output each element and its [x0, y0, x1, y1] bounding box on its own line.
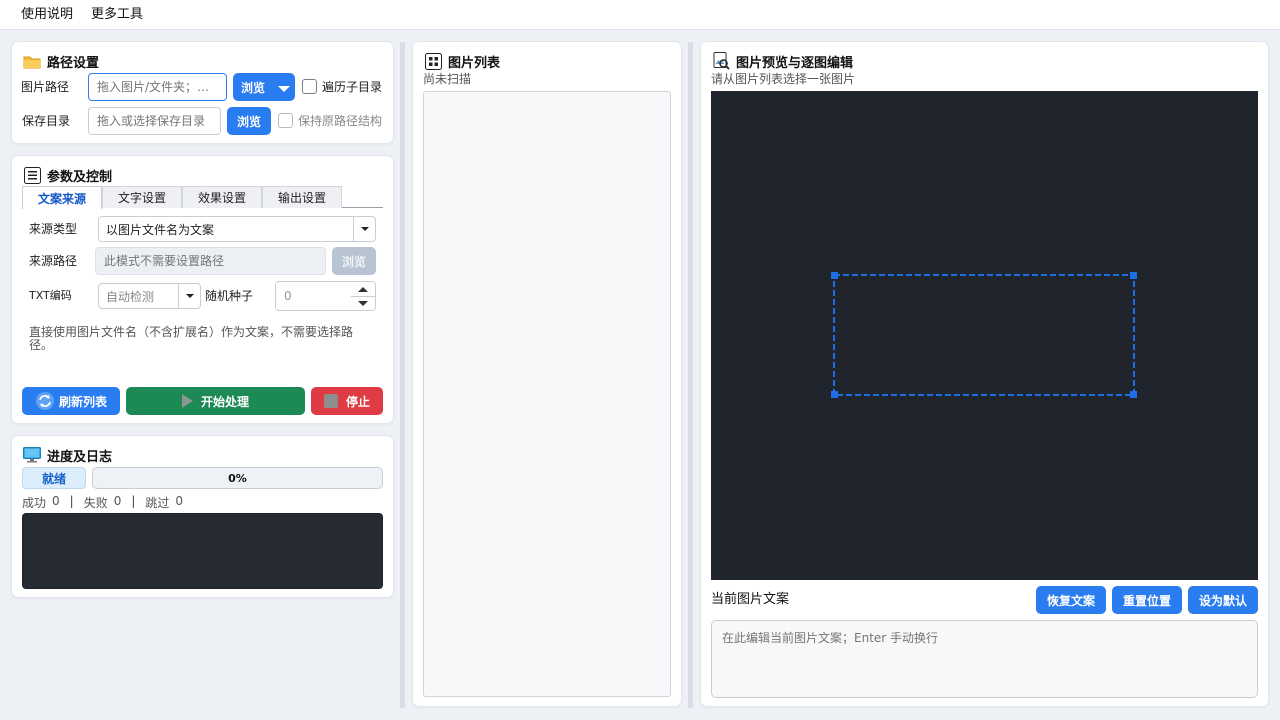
params-title-text: 参数及控制 [47, 169, 113, 185]
image-browse-button[interactable]: 浏览 [233, 73, 295, 101]
stop-button[interactable]: 停止 [311, 387, 383, 415]
save-dir-label: 保存目录 [22, 114, 71, 128]
reset-position-button[interactable]: 重置位置 [1112, 586, 1182, 614]
resize-handle-bl[interactable] [831, 391, 838, 398]
grid-icon [424, 52, 442, 70]
monitor-icon [23, 446, 41, 464]
resize-handle-tl[interactable] [831, 272, 838, 279]
spin-down-icon[interactable] [351, 296, 375, 310]
source-type-select[interactable]: 以图片文件名为文案 [98, 216, 376, 242]
image-list-title-text: 图片列表 [448, 55, 501, 71]
preview-title: 图片预览与逐图编辑 [712, 51, 853, 71]
save-browse-button[interactable]: 浏览 [227, 107, 271, 135]
path-settings-title: 路径设置 [23, 51, 99, 71]
refresh-list-label: 刷新列表 [58, 394, 107, 409]
stop-label: 停止 [345, 394, 370, 409]
spin-up-icon[interactable] [351, 282, 375, 296]
play-icon [181, 394, 193, 408]
tab-effect-settings[interactable]: 效果设置 [182, 186, 262, 208]
preview-hint: 请从图片列表选择一张图片 [711, 72, 856, 86]
random-seed-spinbox[interactable]: 0 [275, 281, 376, 311]
stats-row: 成功 0 | 失败 0 | 跳过 0 [22, 494, 183, 511]
fail-label: 失败 [83, 496, 108, 510]
current-text-editor[interactable] [711, 620, 1258, 698]
path-settings-title-text: 路径设置 [47, 55, 100, 71]
preview-title-text: 图片预览与逐图编辑 [736, 55, 854, 71]
source-type-label: 来源类型 [29, 222, 78, 236]
source-hint: 直接使用图片文件名（不含扩展名）作为文案，不需要选择路径。 [29, 325, 354, 352]
text-box-frame[interactable] [833, 274, 1135, 396]
folder-icon [23, 52, 41, 70]
chevron-down-icon [278, 86, 290, 92]
resize-handle-tr[interactable] [1130, 272, 1137, 279]
skip-count: 0 [175, 494, 184, 508]
log-output[interactable] [22, 513, 383, 589]
txt-encoding-select[interactable]: 自动检测 [98, 283, 201, 309]
start-processing-label: 开始处理 [200, 394, 249, 409]
menu-help[interactable]: 使用说明 [12, 0, 82, 30]
start-processing-button[interactable]: 开始处理 [126, 387, 305, 415]
restore-text-button[interactable]: 恢复文案 [1036, 586, 1106, 614]
stats-separator: | [69, 494, 74, 508]
image-browse-label: 浏览 [241, 80, 266, 95]
status-badge: 就绪 [22, 467, 86, 489]
image-path-input[interactable] [88, 73, 227, 101]
image-path-label: 图片路径 [21, 80, 70, 94]
params-title: 参数及控制 [23, 165, 112, 185]
progress-bar: 0% [92, 467, 383, 489]
tab-text-settings[interactable]: 文字设置 [102, 186, 182, 208]
source-type-value: 以图片文件名为文案 [106, 222, 215, 237]
menu-more-tools[interactable]: 更多工具 [82, 0, 152, 30]
txt-encoding-label: TXT编码 [29, 289, 72, 302]
keep-structure-label: 保持原路径结构 [298, 114, 383, 128]
source-path-label: 来源路径 [29, 254, 78, 268]
success-count: 0 [52, 494, 60, 508]
random-seed-label: 随机种子 [205, 289, 254, 303]
stop-icon [323, 394, 338, 408]
image-list-status: 尚未扫描 [423, 72, 472, 86]
source-path-input[interactable] [95, 247, 326, 275]
menubar: 使用说明 更多工具 [0, 0, 1280, 30]
image-search-icon [712, 52, 730, 70]
list-icon [23, 166, 41, 184]
refresh-icon [35, 391, 55, 411]
fail-count: 0 [113, 494, 122, 508]
progress-title: 进度及日志 [23, 445, 112, 465]
right-splitter-handle[interactable] [688, 42, 693, 708]
progress-title-text: 进度及日志 [47, 449, 113, 465]
stats-separator: | [131, 494, 136, 508]
chevron-down-icon [178, 284, 200, 308]
tab-output-settings[interactable]: 输出设置 [262, 186, 342, 208]
txt-encoding-value: 自动检测 [106, 289, 155, 304]
skip-label: 跳过 [145, 496, 170, 510]
text-box-overlay[interactable] [711, 91, 1258, 580]
save-dir-input[interactable] [88, 107, 221, 135]
image-list[interactable] [423, 91, 671, 697]
params-tabs: 文案来源 文字设置 效果设置 输出设置 [22, 186, 383, 209]
source-browse-button[interactable]: 浏览 [332, 247, 376, 275]
left-splitter-handle[interactable] [400, 42, 405, 708]
refresh-list-button[interactable]: 刷新列表 [22, 387, 120, 415]
image-list-title: 图片列表 [424, 51, 500, 71]
preview-canvas[interactable] [711, 91, 1258, 580]
traverse-subdirs-checkbox[interactable] [302, 79, 317, 94]
random-seed-value: 0 [284, 289, 292, 303]
resize-handle-br[interactable] [1130, 391, 1137, 398]
progress-percent: 0% [228, 471, 247, 485]
traverse-subdirs-label: 遍历子目录 [322, 80, 383, 94]
tab-text-source[interactable]: 文案来源 [22, 186, 102, 209]
current-text-label: 当前图片文案 [711, 592, 790, 607]
chevron-down-icon [353, 217, 375, 241]
set-default-button[interactable]: 设为默认 [1188, 586, 1258, 614]
spin-buttons [351, 282, 375, 310]
keep-structure-checkbox[interactable] [278, 113, 293, 128]
success-label: 成功 [22, 496, 47, 510]
